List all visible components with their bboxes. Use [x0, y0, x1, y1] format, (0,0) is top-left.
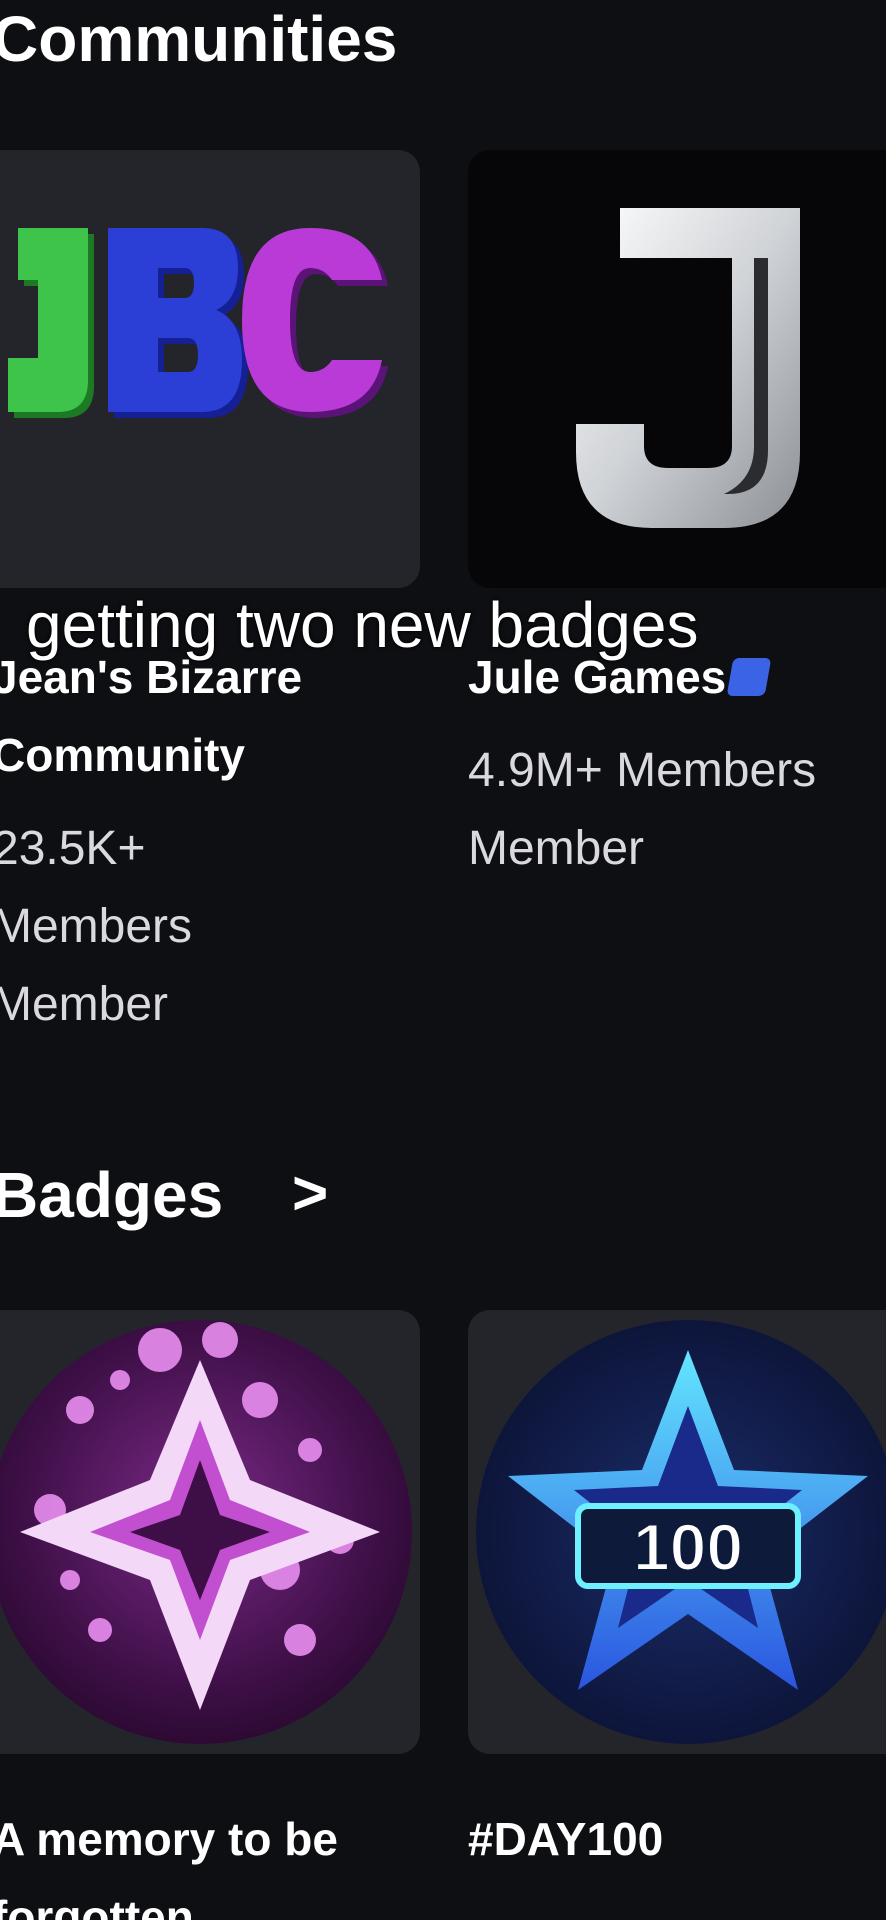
community-member-count: 4.9M+ Members: [468, 744, 817, 797]
verified-icon: [726, 657, 772, 696]
community-member-count: 23.5K+: [0, 822, 146, 875]
community-card-jbc[interactable]: [0, 150, 420, 588]
day100-star-badge-icon: 100: [476, 1320, 886, 1744]
chevron-right-icon[interactable]: >: [292, 1158, 328, 1229]
community-card-jule-games[interactable]: [468, 150, 886, 588]
jule-games-logo-icon: [576, 208, 800, 528]
badge-name-line2[interactable]: forgotten: [0, 1878, 194, 1920]
magenta-star-badge-icon: [0, 1320, 412, 1744]
community-role: Member: [468, 822, 645, 875]
community-name-line2[interactable]: Community: [0, 716, 245, 794]
badge-card-memory[interactable]: [0, 1310, 420, 1754]
community-role: Member: [0, 978, 169, 1031]
video-caption-overlay: getting two new badges: [26, 589, 699, 661]
badges-section-title[interactable]: Badges: [0, 1158, 223, 1232]
jbc-logo-icon: [8, 228, 388, 418]
badge-name-day100[interactable]: #DAY100: [468, 1800, 663, 1878]
profile-page: Communities Jean's Bizarre Community 23.…: [0, 0, 886, 1920]
badge-name-line1[interactable]: A memory to be: [0, 1800, 338, 1878]
badge-number-text: 100: [633, 1510, 743, 1584]
badge-card-day100[interactable]: 100: [468, 1310, 886, 1754]
community-members-label: Members: [0, 900, 193, 953]
communities-section-title[interactable]: Communities: [0, 2, 397, 76]
